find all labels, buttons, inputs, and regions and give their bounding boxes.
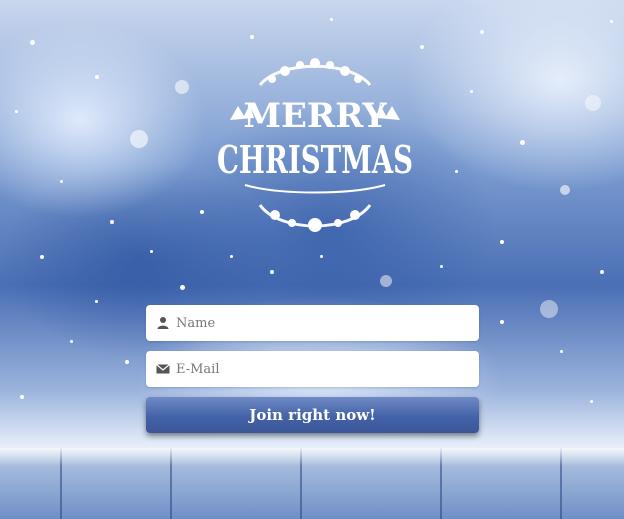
- user-icon: [157, 317, 169, 329]
- envelope-icon: [156, 364, 170, 374]
- email-field[interactable]: [146, 351, 479, 387]
- merry-christmas-logo: MERRY CHRISTMAS: [217, 58, 413, 232]
- signup-form: Join right now!: [146, 305, 479, 433]
- name-input[interactable]: [176, 305, 466, 341]
- floor-snow-glow: [0, 448, 624, 466]
- logo-line-merry: MERRY: [243, 96, 387, 136]
- email-input[interactable]: [176, 351, 466, 387]
- name-field[interactable]: [146, 305, 479, 341]
- join-button[interactable]: Join right now!: [146, 397, 479, 433]
- logo-line-christmas: CHRISTMAS: [217, 137, 413, 182]
